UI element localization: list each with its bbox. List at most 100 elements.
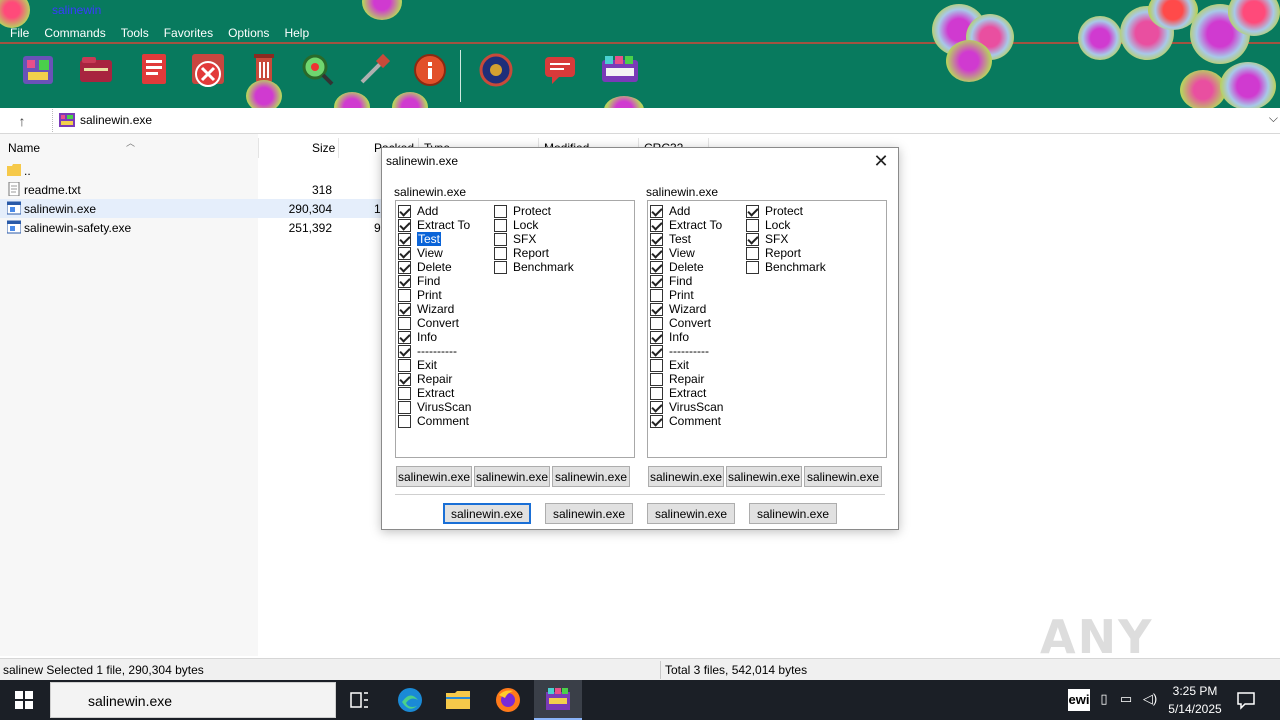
menu-options[interactable]: Options: [228, 24, 269, 42]
menu-favorites[interactable]: Favorites: [164, 24, 213, 42]
file-row-selected[interactable]: salinewin.exe 290,304 16: [0, 199, 390, 218]
ok-button[interactable]: salinewin.exe: [443, 503, 531, 524]
close-button[interactable]: ✕: [868, 150, 894, 172]
checkbox-row[interactable]: Comment: [650, 414, 723, 428]
checkbox-row[interactable]: Comment: [398, 414, 471, 428]
checkbox-row[interactable]: Extract: [650, 386, 723, 400]
checkbox-row[interactable]: Extract To: [650, 218, 723, 232]
volume-icon[interactable]: ◁): [1142, 691, 1158, 707]
clock-date[interactable]: 5/14/2025: [1166, 702, 1224, 716]
tray-label[interactable]: ewi: [1068, 689, 1090, 711]
checkbox[interactable]: [398, 386, 411, 400]
checkbox-row[interactable]: Protect: [746, 204, 826, 218]
up-folder-button[interactable]: ↑: [4, 110, 40, 132]
checkbox[interactable]: [746, 218, 759, 232]
checkbox[interactable]: [494, 246, 507, 260]
checkbox-row[interactable]: Add: [650, 204, 723, 218]
extract-icon[interactable]: [76, 50, 116, 90]
checkbox[interactable]: [650, 288, 663, 302]
checkbox[interactable]: [494, 260, 507, 274]
start-button[interactable]: [0, 680, 48, 720]
checkbox-row[interactable]: Info: [398, 330, 471, 344]
checkbox-row[interactable]: Test: [398, 232, 471, 246]
checkbox-row[interactable]: ----------: [650, 344, 723, 358]
checkbox-row[interactable]: Info: [650, 330, 723, 344]
file-row-parent[interactable]: ..: [0, 161, 390, 180]
add-icon[interactable]: [18, 50, 58, 90]
checkbox[interactable]: [746, 232, 759, 246]
checkbox-row[interactable]: Exit: [398, 358, 471, 372]
checkbox[interactable]: [746, 260, 759, 274]
column-header-name[interactable]: Name: [8, 141, 40, 155]
checkbox-row[interactable]: Find: [650, 274, 723, 288]
checkbox-row[interactable]: Find: [398, 274, 471, 288]
checkbox-row[interactable]: Lock: [746, 218, 826, 232]
checkbox[interactable]: [650, 232, 663, 246]
checkbox-row[interactable]: Convert: [398, 316, 471, 330]
cancel-button[interactable]: salinewin.exe: [545, 503, 633, 524]
repair-icon[interactable]: [410, 50, 450, 90]
checkbox-row[interactable]: Report: [494, 246, 574, 260]
checkbox-row[interactable]: Repair: [650, 372, 723, 386]
left-group-button-1[interactable]: salinewin.exe: [396, 466, 472, 487]
checkbox[interactable]: [398, 274, 411, 288]
checkbox[interactable]: [398, 372, 411, 386]
checkbox-row[interactable]: Print: [398, 288, 471, 302]
checkbox[interactable]: [398, 400, 411, 414]
checkbox[interactable]: [650, 344, 663, 358]
column-header-size[interactable]: Size: [312, 141, 335, 155]
checkbox[interactable]: [650, 330, 663, 344]
checkbox-row[interactable]: Repair: [398, 372, 471, 386]
checkbox-row[interactable]: Lock: [494, 218, 574, 232]
checkbox[interactable]: [494, 232, 507, 246]
checkbox-row[interactable]: SFX: [494, 232, 574, 246]
checkbox[interactable]: [398, 204, 411, 218]
checkbox[interactable]: [650, 358, 663, 372]
taskbar-search-input[interactable]: salinewin.exe: [50, 682, 336, 718]
checkbox[interactable]: [650, 302, 663, 316]
checkbox[interactable]: [398, 344, 411, 358]
checkbox[interactable]: [650, 246, 663, 260]
find-icon[interactable]: [298, 50, 338, 90]
checkbox[interactable]: [398, 260, 411, 274]
virusscan-icon[interactable]: [476, 50, 516, 90]
checkbox[interactable]: [650, 386, 663, 400]
checkbox-row[interactable]: Print: [650, 288, 723, 302]
reset-button[interactable]: salinewin.exe: [647, 503, 735, 524]
winrar-taskbar-button[interactable]: [534, 680, 582, 720]
checkbox[interactable]: [494, 204, 507, 218]
right-group-button-1[interactable]: salinewin.exe: [648, 466, 724, 487]
checkbox-row[interactable]: View: [650, 246, 723, 260]
checkbox-row[interactable]: Convert: [650, 316, 723, 330]
clock-time[interactable]: 3:25 PM: [1166, 684, 1224, 698]
checkbox-row[interactable]: VirusScan: [650, 400, 723, 414]
info-icon[interactable]: [354, 50, 394, 90]
checkbox[interactable]: [746, 204, 759, 218]
sfx-icon[interactable]: [600, 50, 640, 90]
checkbox-row[interactable]: Protect: [494, 204, 574, 218]
checkbox-row[interactable]: Test: [650, 232, 723, 246]
help-button[interactable]: salinewin.exe: [749, 503, 837, 524]
checkbox[interactable]: [650, 204, 663, 218]
checkbox[interactable]: [398, 358, 411, 372]
checkbox-row[interactable]: VirusScan: [398, 400, 471, 414]
comment-icon[interactable]: [540, 50, 580, 90]
checkbox-row[interactable]: Delete: [650, 260, 723, 274]
menu-help[interactable]: Help: [284, 24, 309, 42]
checkbox-row[interactable]: Wizard: [398, 302, 471, 316]
checkbox[interactable]: [398, 288, 411, 302]
checkbox-row[interactable]: Exit: [650, 358, 723, 372]
checkbox-row[interactable]: Wizard: [650, 302, 723, 316]
checkbox-row[interactable]: Report: [746, 246, 826, 260]
chevron-down-icon[interactable]: ⌵: [1269, 111, 1278, 126]
checkbox-row[interactable]: Benchmark: [494, 260, 574, 274]
battery-icon[interactable]: ▯: [1096, 691, 1112, 707]
checkbox[interactable]: [398, 302, 411, 316]
checkbox[interactable]: [650, 316, 663, 330]
checkbox[interactable]: [494, 218, 507, 232]
checkbox-row[interactable]: SFX: [746, 232, 826, 246]
right-group-button-3[interactable]: salinewin.exe: [804, 466, 882, 487]
checkbox[interactable]: [650, 372, 663, 386]
network-icon[interactable]: ▭: [1118, 691, 1134, 707]
test-icon[interactable]: [134, 50, 174, 90]
